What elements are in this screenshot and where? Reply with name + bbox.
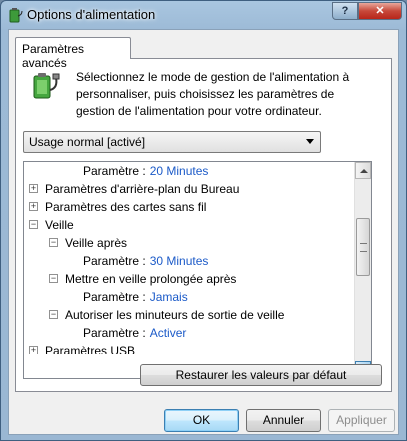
tree-row[interactable]: Paramètre : Activer	[24, 324, 354, 342]
title-bar[interactable]: Options d'alimentation ? ✕	[1, 1, 406, 29]
instructions-text: Sélectionnez le mode de gestion de l'ali…	[76, 70, 350, 118]
tree-row[interactable]: + Paramètres des cartes sans fil	[24, 198, 354, 216]
tree-row[interactable]: − Autoriser les minuteurs de sortie de v…	[24, 306, 354, 324]
tab-advanced-settings[interactable]: Paramètres avancés	[15, 37, 131, 70]
close-button[interactable]: ✕	[358, 2, 402, 20]
power-options-window: Options d'alimentation ? ✕ Paramètres av…	[0, 0, 407, 441]
apply-button[interactable]: Appliquer	[328, 409, 395, 432]
tree-item-label: Autoriser les minuteurs de sortie de vei…	[65, 308, 285, 322]
setting-value-link[interactable]: Jamais	[150, 290, 188, 304]
setting-label: Paramètre :	[83, 326, 146, 340]
window-title: Options d'alimentation	[27, 7, 156, 22]
arrow-up-icon	[360, 169, 368, 173]
chevron-down-icon	[306, 139, 314, 144]
power-plan-selected: Usage normal [activé]	[29, 135, 146, 149]
ok-button[interactable]: OK	[164, 409, 239, 432]
help-button[interactable]: ?	[332, 2, 358, 20]
collapse-icon[interactable]: −	[49, 274, 58, 283]
close-icon: ✕	[375, 5, 385, 17]
setting-label: Paramètre :	[83, 290, 146, 304]
setting-label: Paramètre :	[83, 164, 146, 178]
tree-item-label: Mettre en veille prolongée après	[65, 272, 237, 286]
cancel-button[interactable]: Annuler	[246, 409, 321, 432]
expand-icon[interactable]: +	[29, 184, 38, 193]
tree-row[interactable]: Paramètre : 20 Minutes	[24, 162, 354, 180]
collapse-icon[interactable]: −	[49, 310, 58, 319]
tree-row[interactable]: Paramètre : Jamais	[24, 288, 354, 306]
tree-row[interactable]: + Paramètres d'arrière-plan du Bureau	[24, 180, 354, 198]
setting-value-link[interactable]: 30 Minutes	[150, 254, 209, 268]
setting-value-link[interactable]: 20 Minutes	[150, 164, 209, 178]
power-plan-select[interactable]: Usage normal [activé]	[23, 131, 321, 153]
tree-item-label: Paramètres d'arrière-plan du Bureau	[45, 182, 240, 196]
tree-row[interactable]: − Veille	[24, 216, 354, 234]
scroll-thumb[interactable]	[356, 218, 370, 276]
help-icon: ?	[341, 5, 349, 17]
collapse-icon[interactable]: −	[49, 238, 58, 247]
tree-item-label: Paramètres des cartes sans fil	[45, 200, 207, 214]
expand-icon[interactable]: +	[29, 202, 38, 211]
tree-scrollbar[interactable]	[354, 162, 371, 378]
collapse-icon[interactable]: −	[29, 220, 38, 229]
expand-icon[interactable]: +	[29, 346, 38, 354]
tree-row[interactable]: Paramètre : 30 Minutes	[24, 252, 354, 270]
tree-item-label: Veille	[45, 218, 74, 232]
scroll-up-button[interactable]	[355, 162, 371, 179]
battery-plug-icon	[7, 7, 23, 23]
setting-value-link[interactable]: Activer	[150, 326, 187, 340]
restore-defaults-button[interactable]: Restaurer les valeurs par défaut	[140, 364, 382, 386]
tree-row[interactable]: + Paramètres USB	[24, 342, 354, 354]
tree-row[interactable]: − Mettre en veille prolongée après	[24, 270, 354, 288]
tree-item-label: Veille après	[65, 236, 128, 250]
tree-item-label: Paramètres USB	[45, 344, 136, 354]
dialog-body: Paramètres avancés Sélectionnez le mode …	[8, 29, 399, 435]
battery-power-icon	[28, 70, 60, 102]
setting-label: Paramètre :	[83, 254, 146, 268]
tree-row[interactable]: − Veille après	[24, 234, 354, 252]
settings-tree[interactable]: Paramètre : 20 Minutes + Paramètres d'arr…	[23, 161, 372, 379]
